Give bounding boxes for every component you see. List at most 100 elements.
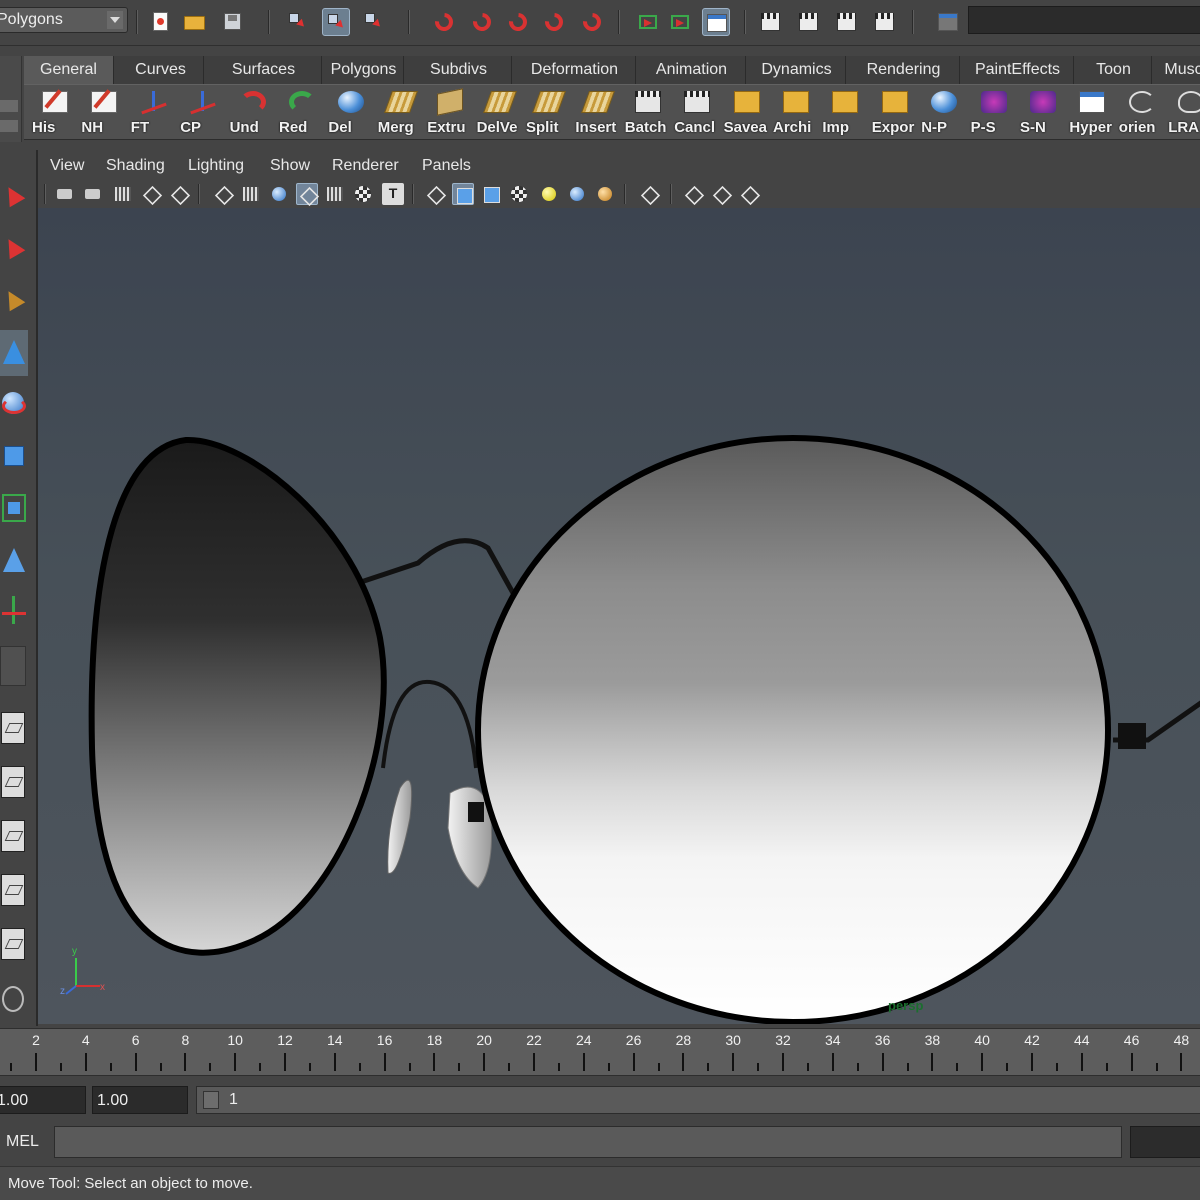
smooth-shade-icon[interactable] (452, 183, 474, 205)
shelf-tab-deformation[interactable]: Deformation (514, 56, 636, 84)
sketch-icon[interactable] (0, 976, 28, 1022)
panel-menu-show[interactable]: Show (270, 157, 310, 175)
shadows-icon[interactable] (566, 183, 588, 205)
shelf-button-batch[interactable]: Batch (623, 88, 671, 138)
2d-pan-zoom-icon[interactable] (168, 183, 190, 205)
show-hide-lasso-icon[interactable] (934, 8, 962, 36)
render-current-frame-icon[interactable] (794, 8, 822, 36)
time-slider[interactable]: 2 4 6 8 10 12 14 16 18 20 22 24 26 28 30 32 34 36 38 40 42 44… (0, 1028, 1200, 1076)
panel-menu-renderer[interactable]: Renderer (332, 157, 399, 175)
shelf-button-insert[interactable]: Insert (573, 88, 621, 138)
film-gate-icon[interactable] (240, 183, 262, 205)
backface-culling-icon[interactable] (738, 183, 760, 205)
start-time-field[interactable]: 1.00 (0, 1086, 86, 1114)
move-tool-icon[interactable] (0, 434, 28, 480)
shelf-button-merg[interactable]: Merg (376, 88, 424, 138)
shelf-button-orien[interactable]: orien (1117, 88, 1165, 138)
shelf-tab-musc[interactable]: Musc (1154, 56, 1200, 84)
range-handle[interactable] (203, 1091, 219, 1109)
shelf-button-his[interactable]: His (30, 88, 78, 138)
shelf-button-imp[interactable]: Imp (820, 88, 868, 138)
input-operations-icon[interactable] (634, 8, 662, 36)
shelf-button-split[interactable]: Split (524, 88, 572, 138)
shelf-tab-surfaces[interactable]: Surfaces (206, 56, 322, 84)
last-tool-icon[interactable] (0, 642, 28, 688)
shelf-button-ft[interactable]: FT (129, 88, 177, 138)
shelf-tab-rendering[interactable]: Rendering (848, 56, 960, 84)
snap-to-points-icon[interactable] (504, 8, 532, 36)
soft-mod-tool-icon[interactable] (0, 538, 28, 584)
shelf-button-cp[interactable]: CP (178, 88, 226, 138)
shelf-tab-animation[interactable]: Animation (638, 56, 746, 84)
gate-mask-icon[interactable] (296, 183, 318, 205)
shelf-button-s-n[interactable]: S-N (1018, 88, 1066, 138)
rotate-tool-icon[interactable] (0, 382, 28, 428)
shelf-tab-general[interactable]: General (24, 56, 114, 84)
resolution-gate-icon[interactable] (268, 183, 290, 205)
panel-menu-panels[interactable]: Panels (422, 157, 471, 175)
single-perspective-layout-icon[interactable] (0, 706, 28, 752)
perspective-hypergraph-layout-icon[interactable] (0, 922, 28, 968)
shelf-button-delve[interactable]: DelVe (475, 88, 523, 138)
panel-menu-shading[interactable]: Shading (106, 157, 165, 175)
four-view-layout-icon[interactable] (0, 760, 28, 806)
shelf-button-expor[interactable]: Expor (870, 88, 918, 138)
save-scene-icon[interactable] (218, 8, 246, 36)
shelf-button-lra[interactable]: LRA (1166, 88, 1200, 138)
shelf-button-extru[interactable]: Extru (425, 88, 473, 138)
select-by-hierarchy-icon[interactable] (284, 8, 312, 36)
safe-action-icon[interactable] (352, 183, 374, 205)
shelf-tab-toon[interactable]: Toon (1076, 56, 1152, 84)
render-view-icon[interactable] (756, 8, 784, 36)
bookmarks-icon[interactable] (112, 183, 134, 205)
textured-icon[interactable] (508, 183, 530, 205)
ipr-render-icon[interactable] (832, 8, 860, 36)
shelf-tab-curves[interactable]: Curves (118, 56, 204, 84)
shelf-button-und[interactable]: Und (228, 88, 276, 138)
shelf-button-nh[interactable]: NH (79, 88, 127, 138)
xray-icon[interactable] (682, 183, 704, 205)
snap-to-curves-icon[interactable] (468, 8, 496, 36)
shelf-button-archi[interactable]: Archi (771, 88, 819, 138)
perspective-outliner-layout-icon[interactable] (0, 814, 28, 860)
open-scene-icon[interactable] (180, 8, 208, 36)
snap-to-grids-icon[interactable] (430, 8, 458, 36)
show-manipulator-icon[interactable] (0, 590, 28, 636)
image-plane-icon[interactable] (140, 183, 162, 205)
shelf-button-hyper[interactable]: Hyper (1067, 88, 1115, 138)
shelf-button-red[interactable]: Red (277, 88, 325, 138)
construction-history-icon[interactable] (702, 8, 730, 36)
playback-start-field[interactable]: 1.00 (92, 1086, 188, 1114)
shelf-button-n-p[interactable]: N-P (919, 88, 967, 138)
shelf-tab-polygons[interactable]: Polygons (324, 56, 404, 84)
select-tool-icon[interactable] (0, 174, 28, 220)
make-live-icon[interactable] (578, 8, 606, 36)
shelf-side-menu[interactable] (0, 56, 22, 142)
shelf-button-p-s[interactable]: P-S (969, 88, 1017, 138)
shelf-button-cancl[interactable]: Cancl (672, 88, 720, 138)
menu-set-dropdown[interactable]: Polygons (0, 7, 128, 33)
wireframe-on-shaded-icon[interactable] (480, 183, 502, 205)
panel-menu-lighting[interactable]: Lighting (188, 157, 244, 175)
snap-to-view-planes-icon[interactable] (540, 8, 568, 36)
scale-tool-icon[interactable] (0, 486, 28, 532)
new-scene-icon[interactable] (146, 8, 174, 36)
select-camera-icon[interactable] (54, 183, 76, 205)
perspective-viewport[interactable]: y z x persp (38, 208, 1200, 1024)
perspective-graph-layout-icon[interactable] (0, 868, 28, 914)
high-quality-icon[interactable] (594, 183, 616, 205)
universal-manipulator-icon[interactable] (0, 330, 28, 376)
use-all-lights-icon[interactable] (538, 183, 560, 205)
select-by-object-type-icon[interactable] (322, 8, 350, 36)
shelf-tab-subdivs[interactable]: Subdivs (406, 56, 512, 84)
mel-input[interactable] (54, 1126, 1122, 1158)
shelf-button-savea[interactable]: Savea (722, 88, 770, 138)
output-operations-icon[interactable] (666, 8, 694, 36)
text-icon[interactable]: T (382, 183, 404, 205)
panel-menu-view[interactable]: View (50, 157, 84, 175)
render-settings-icon[interactable] (870, 8, 898, 36)
shelf-button-del[interactable]: Del (326, 88, 374, 138)
shelf-tab-painteffects[interactable]: PaintEffects (962, 56, 1074, 84)
grid-icon[interactable] (212, 183, 234, 205)
select-by-component-icon[interactable] (360, 8, 388, 36)
